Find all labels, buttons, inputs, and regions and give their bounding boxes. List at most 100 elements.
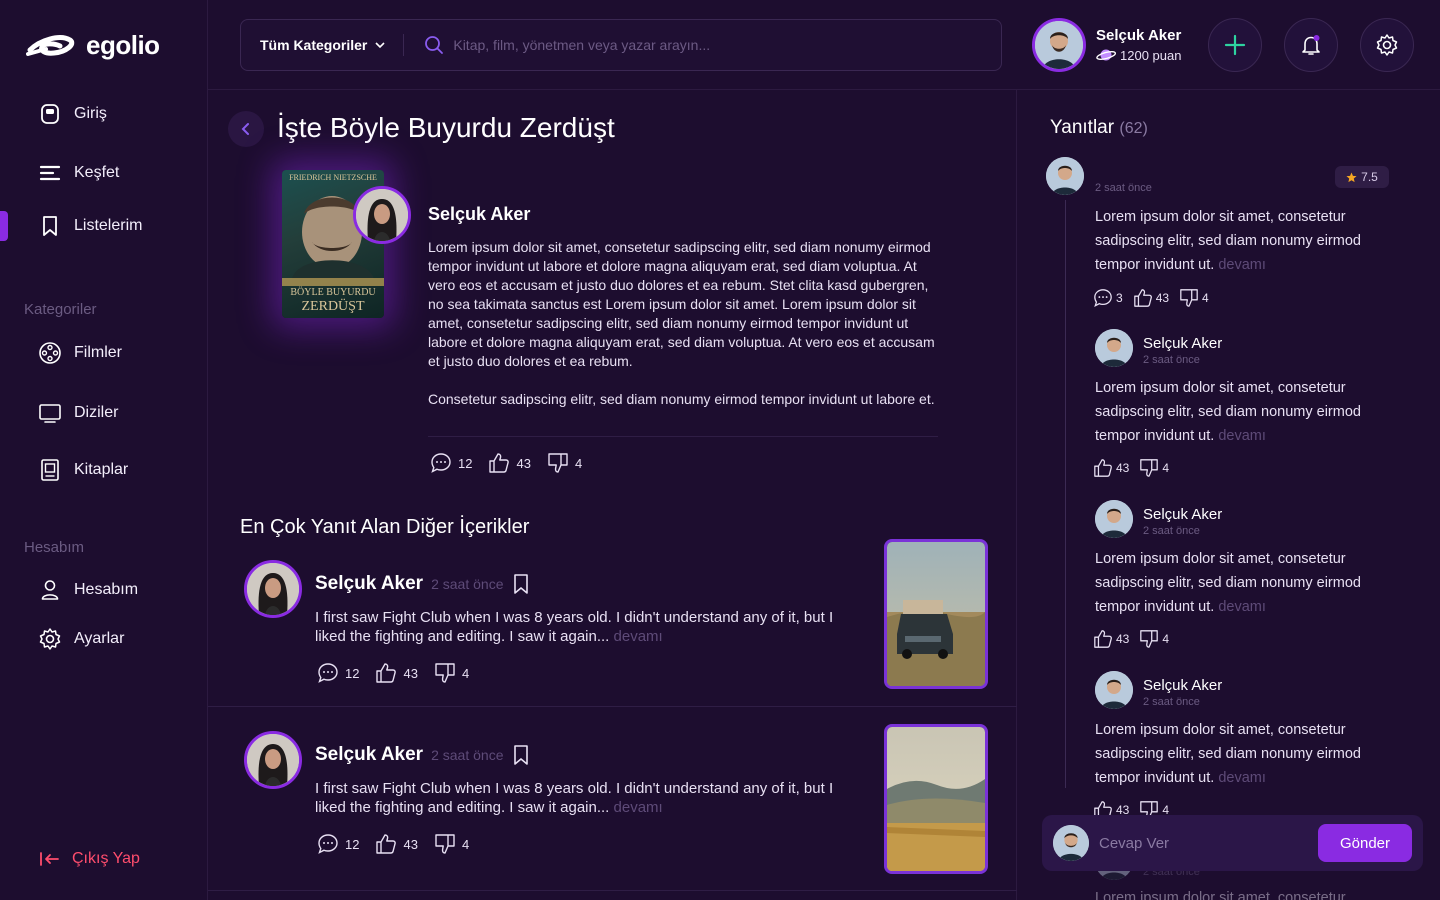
star-icon (1346, 171, 1357, 182)
card-avatar[interactable] (244, 731, 302, 789)
reply-avatar[interactable] (1095, 671, 1133, 709)
like-button[interactable]: 43 (375, 833, 418, 855)
card-time: 2 saat önce (431, 747, 504, 763)
reply-avatar[interactable] (1046, 157, 1084, 195)
dislike-count: 4 (574, 455, 583, 471)
film-reel-icon (38, 341, 62, 365)
back-button[interactable] (228, 111, 264, 147)
tv-icon (38, 401, 62, 425)
logout-button[interactable]: Çıkış Yap (38, 848, 140, 870)
divider (208, 890, 1017, 891)
sidebar-item-home[interactable]: Giriş (0, 96, 208, 132)
bookmark-icon[interactable] (511, 744, 531, 766)
sidebar-item-movies[interactable]: Filmler (0, 335, 208, 371)
comment-icon (431, 453, 451, 473)
reply-input[interactable] (1099, 834, 1294, 852)
card-text: I first saw Fight Club when I was 8 year… (315, 779, 835, 817)
book-cover-author: FRIEDRICH NIETZSCHE (289, 173, 377, 182)
like-button[interactable]: 43 (488, 452, 531, 474)
dislike-button[interactable]: 4 (1139, 458, 1169, 478)
sidebar-item-lists[interactable]: Listelerim (0, 208, 208, 244)
post-author-avatar[interactable] (353, 186, 411, 244)
card-header: Selçuk Aker 2 saat önce (315, 744, 531, 766)
read-more-link[interactable]: devamı (1218, 770, 1266, 786)
chevron-down-icon (375, 42, 385, 49)
user-info: Selçuk Aker 1200 puan (1096, 27, 1181, 63)
content-card[interactable]: Selçuk Aker 2 saat önce I first saw Figh… (208, 707, 1017, 877)
like-button[interactable]: 43 (1093, 629, 1129, 649)
post-author-name[interactable]: Selçuk Aker (428, 204, 530, 225)
comment-icon (318, 834, 338, 854)
like-button[interactable]: 43 (1093, 458, 1129, 478)
comment-count: 12 (345, 836, 360, 852)
user-points-value: 1200 puan (1120, 47, 1182, 63)
search-icon (424, 35, 444, 55)
reply-time: 2 saat önce (1095, 182, 1152, 194)
home-icon (38, 102, 62, 126)
reply-author[interactable]: Selçuk Aker (1143, 677, 1222, 694)
read-more-link[interactable]: devamı (1218, 428, 1266, 444)
sidebar-item-label: Filmler (74, 344, 122, 361)
comment-button[interactable]: 3 (1093, 288, 1123, 308)
reply-actions: 43 4 (1093, 458, 1169, 478)
read-more-link[interactable]: devamı (614, 628, 663, 645)
add-button[interactable] (1208, 18, 1262, 72)
sidebar-item-books[interactable]: Kitaplar (0, 452, 208, 488)
like-button[interactable]: 43 (375, 662, 418, 684)
content-card[interactable]: Selçuk Aker 2 saat önce I first saw Figh… (208, 536, 1017, 706)
card-author[interactable]: Selçuk Aker (315, 573, 423, 595)
dislike-count: 4 (1162, 461, 1170, 475)
read-more-link[interactable]: devamı (1218, 257, 1266, 273)
reply-author[interactable]: Selçuk Aker (1143, 506, 1222, 523)
dislike-button[interactable]: 4 (547, 452, 582, 474)
brand-logo[interactable]: egolio (26, 30, 160, 61)
sidebar-item-account[interactable]: Hesabım (0, 572, 208, 608)
category-select[interactable]: Tüm Kategoriler (241, 34, 405, 56)
book-cover-title-2: ZERDÜŞT (301, 299, 365, 314)
like-button[interactable]: 43 (1133, 288, 1169, 308)
card-avatar[interactable] (244, 560, 302, 618)
card-actions: 12 43 4 (317, 833, 469, 855)
thumbs-down-icon (435, 834, 455, 854)
sidebar-item-explore[interactable]: Keşfet (0, 155, 208, 191)
thumbs-up-icon (1094, 630, 1112, 648)
thumbs-up-icon (1094, 459, 1112, 477)
dislike-button[interactable]: 4 (1139, 629, 1169, 649)
reply-avatar[interactable] (1095, 500, 1133, 538)
search-input[interactable] (453, 37, 974, 53)
dislike-button[interactable]: 4 (1179, 288, 1209, 308)
user-name: Selçuk Aker (1096, 27, 1182, 44)
send-button[interactable]: Gönder (1318, 824, 1412, 862)
sidebar-item-label: Hesabım (74, 581, 139, 598)
post-paragraph: Consetetur sadipscing elitr, sed diam no… (428, 391, 935, 407)
sidebar-item-series[interactable]: Diziler (0, 395, 208, 431)
read-more-link[interactable]: devamı (614, 799, 663, 816)
user-points: 1200 puan (1096, 47, 1181, 63)
gear-icon (1376, 34, 1398, 56)
like-count: 43 (1116, 632, 1130, 646)
dislike-button[interactable]: 4 (434, 662, 469, 684)
reply-avatar[interactable] (1095, 329, 1133, 367)
thumbs-down-icon (1180, 289, 1198, 307)
comment-button[interactable]: 12 (430, 452, 472, 474)
reply-time: 2 saat önce (1143, 696, 1200, 708)
comment-button[interactable]: 12 (317, 662, 359, 684)
read-more-link[interactable]: devamı (1218, 599, 1266, 615)
like-count: 43 (403, 665, 418, 681)
settings-button[interactable] (1360, 18, 1414, 72)
card-author[interactable]: Selçuk Aker (315, 744, 423, 766)
thread-line (1065, 200, 1066, 788)
dislike-button[interactable]: 4 (434, 833, 469, 855)
reply-author[interactable]: Selçuk Aker (1143, 335, 1222, 352)
comment-button[interactable]: 12 (317, 833, 359, 855)
replies-title: Yanıtlar (1050, 117, 1115, 138)
user-profile[interactable]: Selçuk Aker 1200 puan (1032, 18, 1181, 72)
card-thumbnail[interactable] (884, 539, 988, 689)
bookmark-icon[interactable] (511, 573, 531, 595)
user-avatar (1032, 18, 1086, 72)
card-thumbnail[interactable] (884, 724, 988, 874)
notifications-button[interactable] (1284, 18, 1338, 72)
like-count: 43 (1155, 291, 1170, 305)
search-bar: Tüm Kategoriler (240, 19, 1002, 71)
sidebar-item-settings[interactable]: Ayarlar (0, 621, 208, 657)
